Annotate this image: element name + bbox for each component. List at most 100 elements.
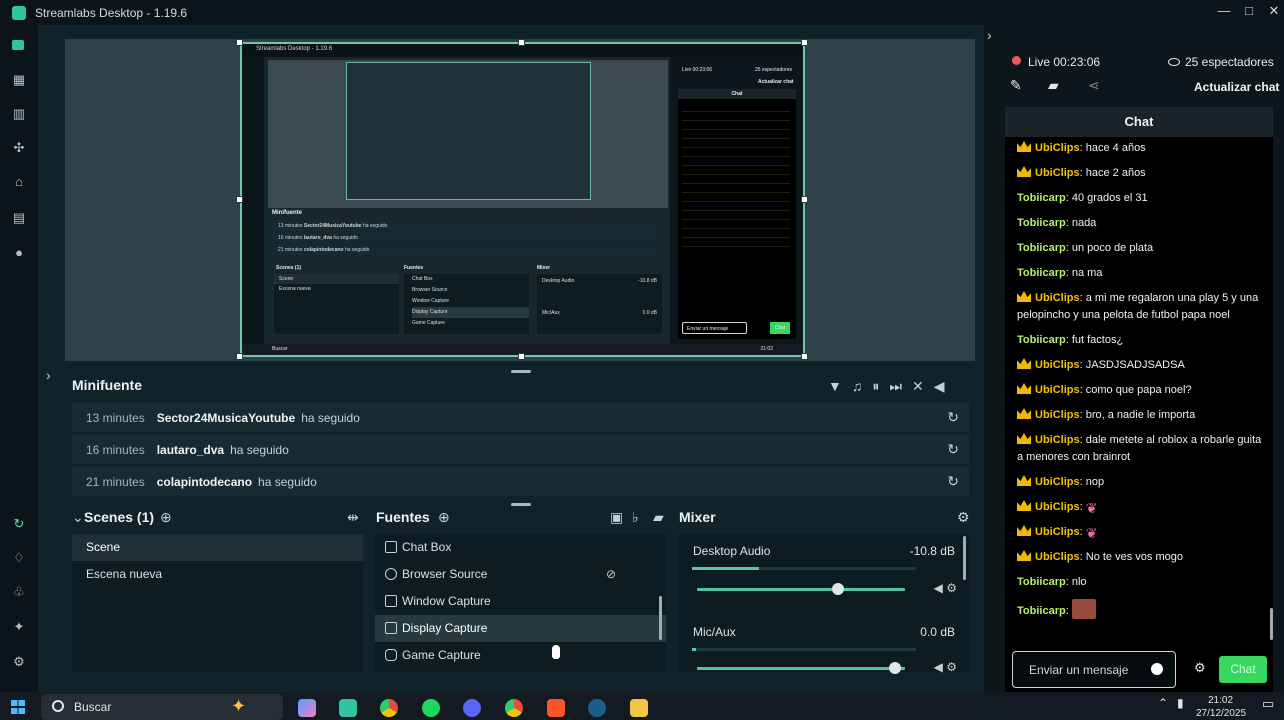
resize-handle-bc[interactable] [518,353,525,360]
layout-icon[interactable]: ▦ [12,73,26,87]
discord-icon[interactable] [463,699,481,717]
chat-username[interactable]: UbiClips [1035,526,1080,538]
apps-icon[interactable]: ♧ [12,585,26,599]
microphone-icon[interactable]: ▮ [1177,696,1184,710]
desktop-audio-controls[interactable]: ◀ ⚙ [934,581,957,595]
minimize-button[interactable]: — [1215,3,1233,18]
copilot-icon[interactable] [298,699,316,717]
dashboard-icon[interactable]: ♢ [12,551,26,565]
chat-username[interactable]: UbiClips [1035,384,1080,396]
collapse-scenes-icon[interactable]: ⌄ [72,509,84,526]
mute-alerts-icon[interactable]: ✕ [912,378,924,395]
share-icon[interactable]: ⋖ [1088,77,1100,94]
editor-icon[interactable] [12,40,24,50]
studio-mode-icon[interactable]: ↻ [12,517,26,531]
repeat-alert-icon[interactable]: ↻ [947,441,959,458]
resize-handle-bl[interactable] [236,353,243,360]
tools-icon[interactable]: ✣ [12,141,26,155]
maximize-button[interactable]: □ [1240,3,1258,18]
resize-handle-tc[interactable] [518,39,525,46]
chrome-icon[interactable] [380,699,398,717]
chat-username[interactable]: UbiClips [1035,167,1080,179]
chat-username[interactable]: UbiClips [1035,501,1080,513]
chat-username[interactable]: Tobiicarp [1017,267,1066,279]
skip-icon[interactable]: ⏭ [889,378,902,395]
chat-username[interactable]: Tobiicarp [1017,334,1066,346]
add-source-icon[interactable]: ⊕ [438,509,450,526]
brave-icon[interactable] [547,699,565,717]
resize-handle-tl[interactable] [236,39,243,46]
mic-fader-knob[interactable] [888,662,901,674]
record-icon[interactable]: ● [12,246,26,260]
chat-username[interactable]: Tobiicarp [1017,605,1066,617]
scene-transition-icon[interactable]: ⇹ [347,509,359,526]
taskbar-search[interactable]: Buscar ✦ [41,694,283,720]
scene-item[interactable]: Escena nueva [72,561,363,588]
source-item[interactable]: Display Capture [375,615,666,642]
settings-icon[interactable]: ⚙ [12,655,26,669]
chat-username[interactable]: UbiClips [1035,476,1080,488]
notifications-icon[interactable]: ▭ [1262,696,1274,712]
mixer-settings-icon[interactable]: ⚙ [957,509,970,526]
chat-username[interactable]: Tobiicarp [1017,242,1066,254]
mixer-scrollbar[interactable] [963,536,966,580]
camera-icon[interactable]: ▰ [1048,77,1059,94]
chat-username[interactable]: Tobiicarp [1017,217,1066,229]
update-chat-button[interactable]: Actualizar chat [1194,80,1279,94]
add-scene-icon[interactable]: ⊕ [160,509,172,526]
mic-fader[interactable] [697,662,905,674]
chat-username[interactable]: UbiClips [1035,551,1080,563]
add-folder-icon[interactable]: ▰ [653,509,664,526]
stream-preview[interactable]: Streamlabs Desktop - 1.19.6 Minifuente 1… [65,39,975,361]
spotify-icon[interactable] [422,699,440,717]
chat-username[interactable]: UbiClips [1035,292,1080,304]
repeat-alert-icon[interactable]: ↻ [947,409,959,426]
tray-chevron-icon[interactable]: ⌃ [1158,696,1168,710]
chat-settings-icon[interactable]: ⚙ [1194,660,1206,676]
display-capture-source[interactable]: Streamlabs Desktop - 1.19.6 Minifuente 1… [240,42,805,357]
windows-start-icon[interactable] [11,700,25,714]
source-layout-icon[interactable]: ▣ [610,509,623,526]
expand-arrow-icon[interactable]: › [46,367,51,383]
chat-message-input[interactable]: Enviar un mensaje [1012,651,1176,688]
themes-icon[interactable]: ▥ [12,107,26,121]
steam-icon[interactable] [588,699,606,717]
sources-scrollbar[interactable] [659,596,662,640]
hidden-eye-icon[interactable]: ⊘ [606,561,616,588]
mic-controls[interactable]: ◀ ⚙ [934,660,957,674]
activity-row[interactable]: 16 minutes lautaro_dva ha seguido ↻ [72,435,969,465]
desktop-audio-fader-knob[interactable] [832,583,845,595]
source-item[interactable]: Browser Source ⊘ [375,561,666,588]
sparkle-icon[interactable]: ✦ [12,620,26,634]
chat-scrollbar[interactable] [1270,608,1273,640]
streamlabs-taskbar-icon[interactable] [339,699,357,717]
send-chat-button[interactable]: Chat [1219,656,1267,683]
filter-icon[interactable]: ▼ [828,378,842,395]
source-audio-icon[interactable]: ♭ [632,509,639,526]
repeat-alert-icon[interactable]: ↻ [947,473,959,490]
chat-username[interactable]: UbiClips [1035,142,1080,154]
volume-icon[interactable]: ◀ [934,378,945,395]
file-explorer-icon[interactable] [630,699,648,717]
store-icon[interactable]: ⌂ [12,175,26,189]
close-button[interactable]: ✕ [1265,3,1283,19]
desktop-audio-fader[interactable] [697,583,905,595]
activity-row[interactable]: 13 minutes Sector24MusicaYoutube ha segu… [72,403,969,433]
highlighter-icon[interactable]: ▤ [12,211,26,225]
activity-row[interactable]: 21 minutes colapintodecano ha seguido ↻ [72,467,969,497]
music-icon[interactable]: ♫ [852,378,863,395]
source-item[interactable]: Game Capture [375,642,666,669]
chrome-profile-icon[interactable] [505,699,523,717]
scene-item[interactable]: Scene [72,534,363,561]
resize-handle-tr[interactable] [801,39,808,46]
chat-username[interactable]: Tobiicarp [1017,192,1066,204]
chat-username[interactable]: UbiClips [1035,409,1080,421]
source-item[interactable]: Chat Box [375,534,666,561]
edit-stream-icon[interactable]: ✎ [1010,77,1022,94]
pause-icon[interactable]: ⏸ [872,378,879,395]
resize-handle-br[interactable] [801,353,808,360]
resize-handle-ml[interactable] [236,196,243,203]
source-item[interactable]: Window Capture [375,588,666,615]
panel-resize-handle[interactable] [511,370,531,373]
chat-username[interactable]: UbiClips [1035,434,1080,446]
